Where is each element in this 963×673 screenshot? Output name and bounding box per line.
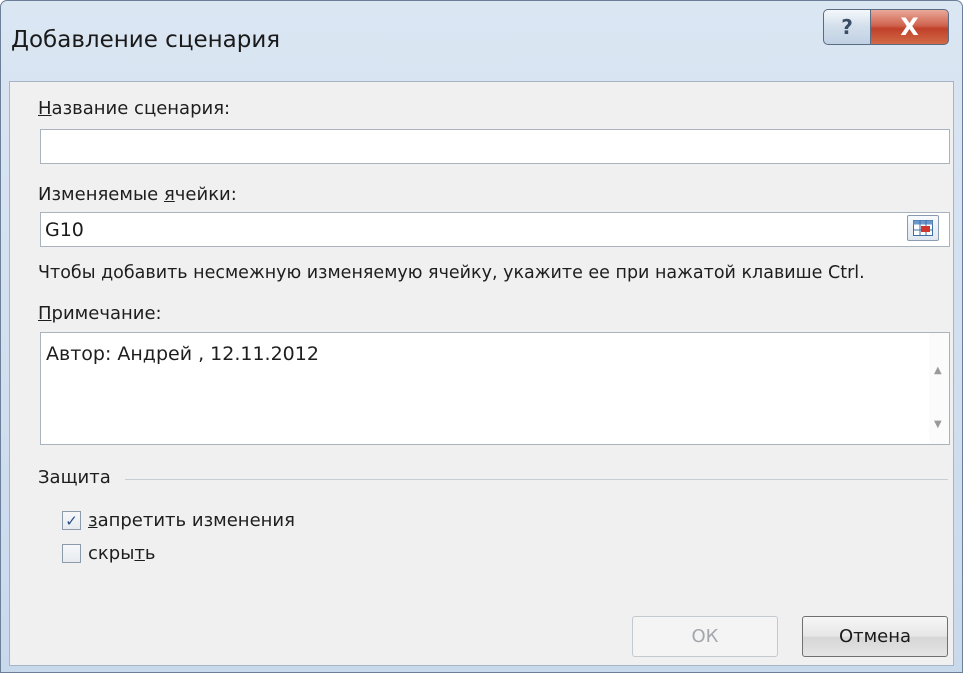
range-select-icon bbox=[913, 220, 933, 236]
comment-label-post: римечание: bbox=[51, 303, 162, 324]
title-bar[interactable]: Добавление сценария ? X bbox=[1, 1, 962, 81]
cancel-button[interactable]: Отмена bbox=[802, 616, 948, 657]
hide-label-pre: скры bbox=[88, 543, 135, 564]
scenario-name-label-post: азвание сценария: bbox=[51, 98, 231, 119]
comment-text: Автор: Андрей , 12.11.2012 bbox=[46, 343, 319, 365]
close-icon: X bbox=[900, 13, 919, 41]
hide-access-key: т bbox=[134, 543, 145, 564]
close-button[interactable]: X bbox=[871, 9, 949, 45]
changing-cells-label: Изменяемые ячейки: bbox=[38, 184, 237, 205]
ok-button[interactable]: ОК bbox=[632, 616, 778, 657]
help-button[interactable]: ? bbox=[823, 9, 871, 45]
changing-cells-value: G10 bbox=[45, 218, 84, 241]
prevent-changes-label-text: апретить изменения bbox=[97, 510, 295, 531]
prevent-changes-checkbox[interactable]: ✓ bbox=[62, 511, 81, 530]
protection-group-label: Защита bbox=[38, 467, 111, 488]
group-divider bbox=[125, 479, 948, 480]
hide-label[interactable]: скрыть bbox=[88, 543, 156, 564]
scenario-name-input[interactable] bbox=[40, 129, 950, 164]
changing-cells-input[interactable]: G10 bbox=[40, 212, 950, 247]
comment-scrollbar[interactable]: ▲ ▼ bbox=[929, 333, 949, 444]
prevent-changes-label[interactable]: запретить изменения bbox=[88, 510, 295, 531]
scenario-name-label-access-key: Н bbox=[38, 98, 52, 119]
dialog-body: Название сценария: Изменяемые ячейки: G1… bbox=[9, 81, 954, 666]
scenario-name-label: Название сценария: bbox=[38, 98, 230, 119]
comment-label-access-key: П bbox=[38, 303, 52, 324]
comment-textarea[interactable]: Автор: Андрей , 12.11.2012 ▲ ▼ bbox=[40, 332, 950, 445]
checkmark-icon: ✓ bbox=[65, 511, 78, 530]
scroll-up-icon[interactable]: ▲ bbox=[934, 365, 942, 376]
scroll-down-icon[interactable]: ▼ bbox=[934, 419, 942, 430]
changing-cells-label-pre: Изменяемые bbox=[38, 184, 164, 205]
comment-label: Примечание: bbox=[38, 303, 162, 324]
changing-cells-label-post: чейки: bbox=[174, 184, 237, 205]
collapse-dialog-button[interactable] bbox=[907, 215, 939, 241]
prevent-changes-access-key: з bbox=[88, 510, 98, 531]
dialog-window: Добавление сценария ? X Название сценари… bbox=[0, 0, 963, 673]
hide-checkbox[interactable] bbox=[62, 544, 81, 563]
help-icon: ? bbox=[841, 15, 853, 39]
hide-label-post: ь bbox=[144, 543, 156, 564]
changing-cells-label-access-key: я bbox=[163, 184, 175, 205]
dialog-title: Добавление сценария bbox=[11, 27, 281, 53]
non-adjacent-hint: Чтобы добавить несмежную изменяемую ячей… bbox=[38, 263, 865, 283]
